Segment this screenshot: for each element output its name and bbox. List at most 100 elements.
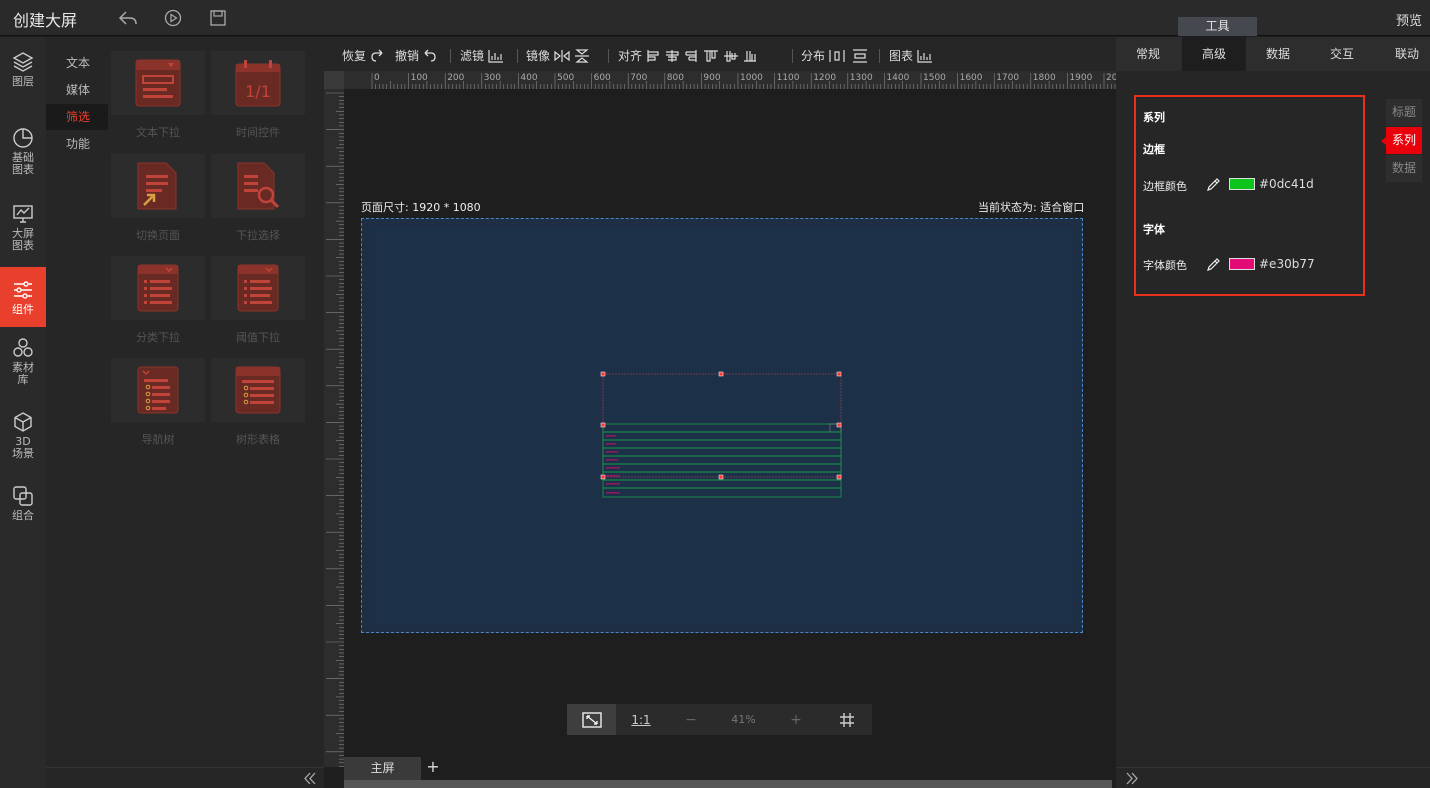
distribute-label: 分布 — [801, 49, 826, 63]
component-label: 下拉选择 — [236, 229, 280, 242]
fit-window-button[interactable] — [567, 704, 616, 735]
nav-label: 3D 场景 — [12, 435, 34, 460]
tab-linkage[interactable]: 联动 — [1377, 37, 1430, 71]
zoom-in-button[interactable]: + — [771, 704, 821, 735]
ruler-label: 0 — [374, 73, 380, 83]
component-label: 分类下拉 — [136, 331, 180, 344]
ruler-label: 900 — [703, 73, 720, 83]
border-color-value[interactable]: #0dc41d — [1259, 177, 1314, 191]
screen-tab-main[interactable]: 主屏 — [344, 757, 421, 780]
component-dropdown-select[interactable]: 下拉选择 — [211, 154, 305, 244]
tab-data[interactable]: 数据 — [1248, 37, 1308, 71]
preview-button[interactable]: 预览 — [1396, 10, 1422, 29]
nav-item-components[interactable]: 组件 — [0, 267, 46, 327]
component-threshold-dropdown[interactable]: 阈值下拉 — [211, 256, 305, 346]
subnav-item-media[interactable]: 媒体 — [46, 77, 108, 103]
component-text-dropdown[interactable]: 文本下拉 — [111, 51, 205, 141]
app-root: 创建大屏 工具 预览 图层 基础 图表 大屏 图表 组件 素材 库 3D 场景 … — [0, 0, 1430, 788]
vtab-series[interactable]: 系列 — [1386, 127, 1422, 154]
nav-item-group[interactable]: 组合 — [0, 485, 46, 535]
subnav-item-text[interactable]: 文本 — [46, 50, 108, 76]
filter-button[interactable]: 滤镜 — [460, 47, 504, 64]
canvas-toolbar: 恢复 撤销 滤镜 镜像 对齐 分布 图表 — [324, 37, 1116, 71]
selected-component[interactable] — [600, 371, 845, 503]
ruler-label: 1300 — [850, 73, 873, 83]
nav-label: 基础 图表 — [12, 151, 34, 176]
component-time-control[interactable]: 1/1 时间控件 — [211, 51, 305, 141]
mirror-horizontal-icon — [554, 49, 570, 62]
tab-advanced[interactable]: 高级 — [1182, 37, 1246, 71]
nav-item-3d-scene[interactable]: 3D 场景 — [0, 411, 46, 471]
distribute-icons — [829, 48, 868, 63]
grid-toggle-button[interactable] — [821, 704, 872, 735]
nav-item-materials[interactable]: 素材 库 — [0, 337, 46, 397]
sub-nav: 文本 媒体 筛选 功能 — [46, 37, 108, 767]
ruler-label: 1100 — [777, 73, 800, 83]
dropdown-select-icon — [237, 162, 280, 210]
component-switch-page[interactable]: 切换页面 — [111, 154, 205, 244]
page-size-label: 页面尺寸: 1920 * 1080 — [361, 201, 481, 214]
ruler-label: 1800 — [1033, 73, 1056, 83]
chart-label: 图表 — [889, 49, 914, 63]
subnav-item-filter[interactable]: 筛选 — [46, 104, 108, 130]
nav-item-basic-charts[interactable]: 基础 图表 — [0, 127, 46, 187]
ruler-label: 500 — [557, 73, 574, 83]
ruler-label: 400 — [520, 73, 537, 83]
ruler-label: 1200 — [813, 73, 836, 83]
tools-tab[interactable]: 工具 — [1178, 17, 1257, 36]
add-screen-button[interactable]: + — [423, 757, 443, 780]
nav-label: 大屏 图表 — [12, 227, 34, 252]
nav-label: 组合 — [12, 509, 34, 522]
nav-item-screen-charts[interactable]: 大屏 图表 — [0, 203, 46, 263]
eyedropper-icon[interactable] — [1206, 177, 1221, 192]
chart-button[interactable]: 图表 — [889, 47, 933, 64]
mirror-vertical-icon — [575, 48, 590, 63]
undo-button[interactable]: 撤销 — [395, 47, 437, 64]
series-section-title: 系列 — [1143, 111, 1165, 124]
font-color-swatch[interactable] — [1229, 258, 1255, 270]
ruler-corner — [324, 71, 344, 89]
ruler-top: 0 100 200 300 400 500 600 700 800 900 1000 1100 1200… — [344, 71, 1116, 89]
mirror-button[interactable]: 镜像 — [526, 47, 590, 64]
align-button[interactable]: 对齐 — [618, 47, 757, 64]
border-color-swatch[interactable] — [1229, 178, 1255, 190]
vtab-title[interactable]: 标题 — [1386, 99, 1422, 126]
vtab-data[interactable]: 数据 — [1386, 155, 1422, 182]
component-label: 文本下拉 — [136, 126, 180, 139]
undo-icon[interactable] — [118, 8, 138, 28]
font-section-title: 字体 — [1143, 223, 1165, 236]
play-icon[interactable] — [163, 8, 183, 28]
component-tree-table[interactable]: 树形表格 — [211, 358, 305, 448]
font-color-value[interactable]: #e30b77 — [1259, 257, 1315, 271]
ruler-label: 1500 — [923, 73, 946, 83]
component-label: 阈值下拉 — [236, 331, 280, 344]
ruler-label: 1400 — [886, 73, 909, 83]
ruler-label: 300 — [484, 73, 501, 83]
distribute-button[interactable]: 分布 — [801, 47, 869, 64]
restore-label: 恢复 — [342, 49, 367, 63]
subnav-item-function[interactable]: 功能 — [46, 131, 108, 157]
tab-interaction[interactable]: 交互 — [1312, 37, 1372, 71]
tab-general[interactable]: 常规 — [1118, 37, 1178, 71]
ruler-label: 1700 — [996, 73, 1019, 83]
component-label: 切换页面 — [136, 229, 180, 242]
left-panel-footer — [46, 767, 324, 788]
component-category-dropdown[interactable]: 分类下拉 — [111, 256, 205, 346]
ruler-label: 100 — [411, 73, 428, 83]
nav-item-layers[interactable]: 图层 — [0, 51, 46, 101]
collapse-right-icon[interactable] — [1125, 772, 1139, 785]
align-icons — [647, 49, 757, 62]
actual-size-button[interactable]: 1:1 — [616, 704, 666, 735]
horizontal-scrollbar[interactable] — [344, 780, 1112, 788]
collapse-left-icon[interactable] — [303, 772, 317, 785]
zoom-out-button[interactable]: − — [666, 704, 716, 735]
ruler-label: 1000 — [740, 73, 763, 83]
ruler-label: 1900 — [1069, 73, 1092, 83]
restore-button[interactable]: 恢复 — [342, 47, 384, 64]
save-icon[interactable] — [208, 8, 228, 28]
component-nav-tree[interactable]: 导航树 — [111, 358, 205, 448]
eyedropper-icon[interactable] — [1206, 257, 1221, 272]
category-dropdown-icon — [137, 264, 179, 312]
canvas-page[interactable] — [361, 218, 1083, 633]
nav-tree-icon — [137, 366, 179, 414]
